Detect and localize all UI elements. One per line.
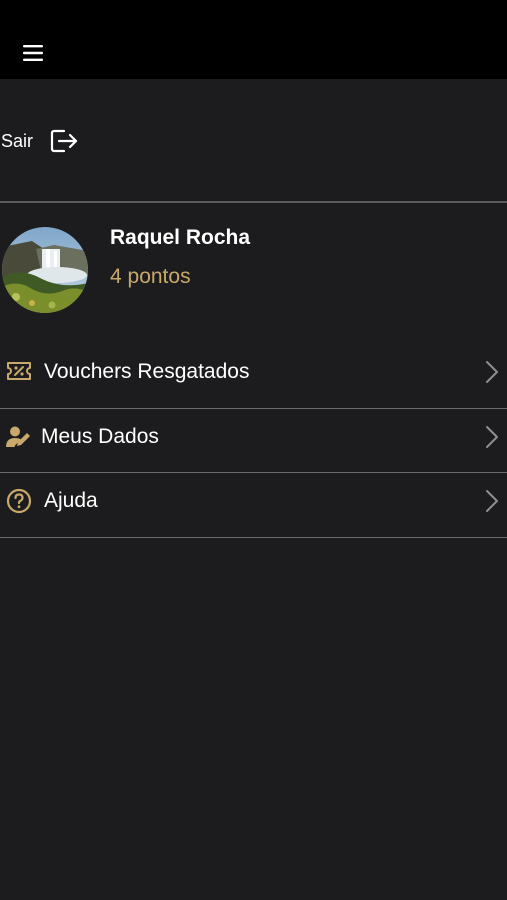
user-edit-icon — [6, 425, 32, 449]
user-points: 4 pontos — [110, 265, 191, 288]
menu-item-vouchers[interactable]: Vouchers Resgatados — [0, 340, 507, 404]
menu-divider — [0, 537, 507, 538]
avatar — [2, 227, 88, 313]
logout-label: Sair — [1, 130, 34, 151]
menu-item-label: Meus Dados — [41, 425, 159, 448]
logout-icon[interactable] — [49, 128, 79, 154]
chevron-right-icon — [485, 360, 499, 389]
menu-item-label: Ajuda — [44, 489, 98, 512]
menu-button[interactable] — [14, 36, 52, 70]
logout-button[interactable]: Sair — [0, 122, 79, 160]
chevron-right-icon — [485, 489, 499, 518]
menu-item-ajuda[interactable]: Ajuda — [0, 469, 507, 533]
help-circle-icon — [6, 488, 32, 514]
user-name: Raquel Rocha — [110, 226, 251, 249]
ticket-percent-icon — [6, 360, 32, 382]
hamburger-menu-icon[interactable] — [21, 44, 45, 62]
menu-item-meus-dados[interactable]: Meus Dados — [0, 405, 507, 469]
top-bar — [0, 0, 507, 79]
menu-item-label: Vouchers Resgatados — [44, 360, 250, 383]
chevron-right-icon — [485, 425, 499, 454]
header-divider — [0, 201, 507, 203]
